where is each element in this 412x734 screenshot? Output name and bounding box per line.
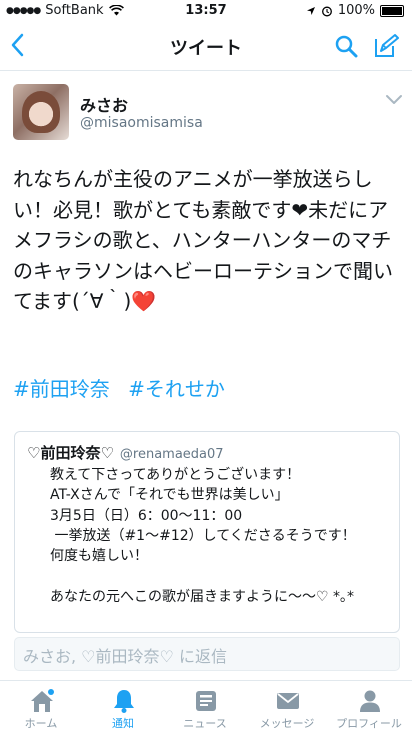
tweet-author[interactable]: みさお @misaomisamisa [13, 84, 403, 142]
hashtag-link[interactable]: #前田玲奈 [13, 377, 110, 401]
author-name: みさお [80, 96, 129, 115]
bell-icon [114, 690, 134, 713]
quoted-author-name: ♡前田玲奈♡ [27, 444, 114, 462]
hashtags: #前田玲奈 #それせか [13, 373, 237, 402]
home-icon [31, 689, 54, 712]
quoted-author-handle: @renamaeda07 [119, 447, 224, 462]
navigation-bar: ツイート [0, 22, 412, 71]
author-handle: @misaomisamisa [80, 115, 203, 131]
quoted-tweet-text: 教えて下さってありがとうございます！ AT-Xさんで「それでも世界は美しい」 3… [50, 467, 356, 605]
tab-label: メッセージ [259, 717, 315, 730]
chevron-down-icon[interactable] [385, 94, 403, 106]
tab-profile[interactable]: プロフィール [328, 681, 410, 734]
tab-home[interactable]: ホーム [0, 681, 82, 734]
envelope-icon [277, 693, 299, 709]
tab-label: ホーム [24, 717, 58, 730]
battery-icon [380, 4, 404, 17]
quoted-tweet[interactable]: ♡前田玲奈♡ @renamaeda07 教えて下さってありがとうございます！ AT… [14, 431, 400, 633]
avatar[interactable] [13, 84, 69, 140]
news-icon [196, 691, 216, 711]
reply-input[interactable]: みさお, ♡前田玲奈♡ に返信 [14, 637, 400, 671]
tab-messages[interactable]: メッセージ [246, 681, 328, 734]
person-icon [360, 690, 380, 712]
compose-tweet-icon[interactable] [373, 33, 399, 59]
tab-label: 通知 [112, 717, 134, 730]
alarm-icon [321, 6, 332, 16]
hashtag-link[interactable]: #それせか [128, 377, 225, 401]
quoted-tweet-header: ♡前田玲奈♡ @renamaeda07 [27, 442, 224, 463]
battery-percent: 100% [337, 3, 375, 18]
tab-notifications[interactable]: 通知 [82, 681, 164, 734]
tab-bar: ホーム 通知 ニュース メッセージ プロフィール [0, 680, 412, 734]
search-icon[interactable] [334, 34, 358, 58]
tab-label: プロフィール [336, 717, 402, 730]
tab-label: ニュース [183, 717, 227, 730]
status-bar: ●●●●● SoftBank 13:57 100% [0, 0, 412, 22]
location-arrow-icon [306, 6, 315, 15]
tab-news[interactable]: ニュース [164, 681, 246, 734]
tweet-text: れなちんが主役のアニメが一挙放送らしい！必見！歌がとても素敵です❤未だにアメフラ… [13, 167, 393, 313]
reply-placeholder: みさお, ♡前田玲奈♡ に返信 [23, 647, 227, 666]
